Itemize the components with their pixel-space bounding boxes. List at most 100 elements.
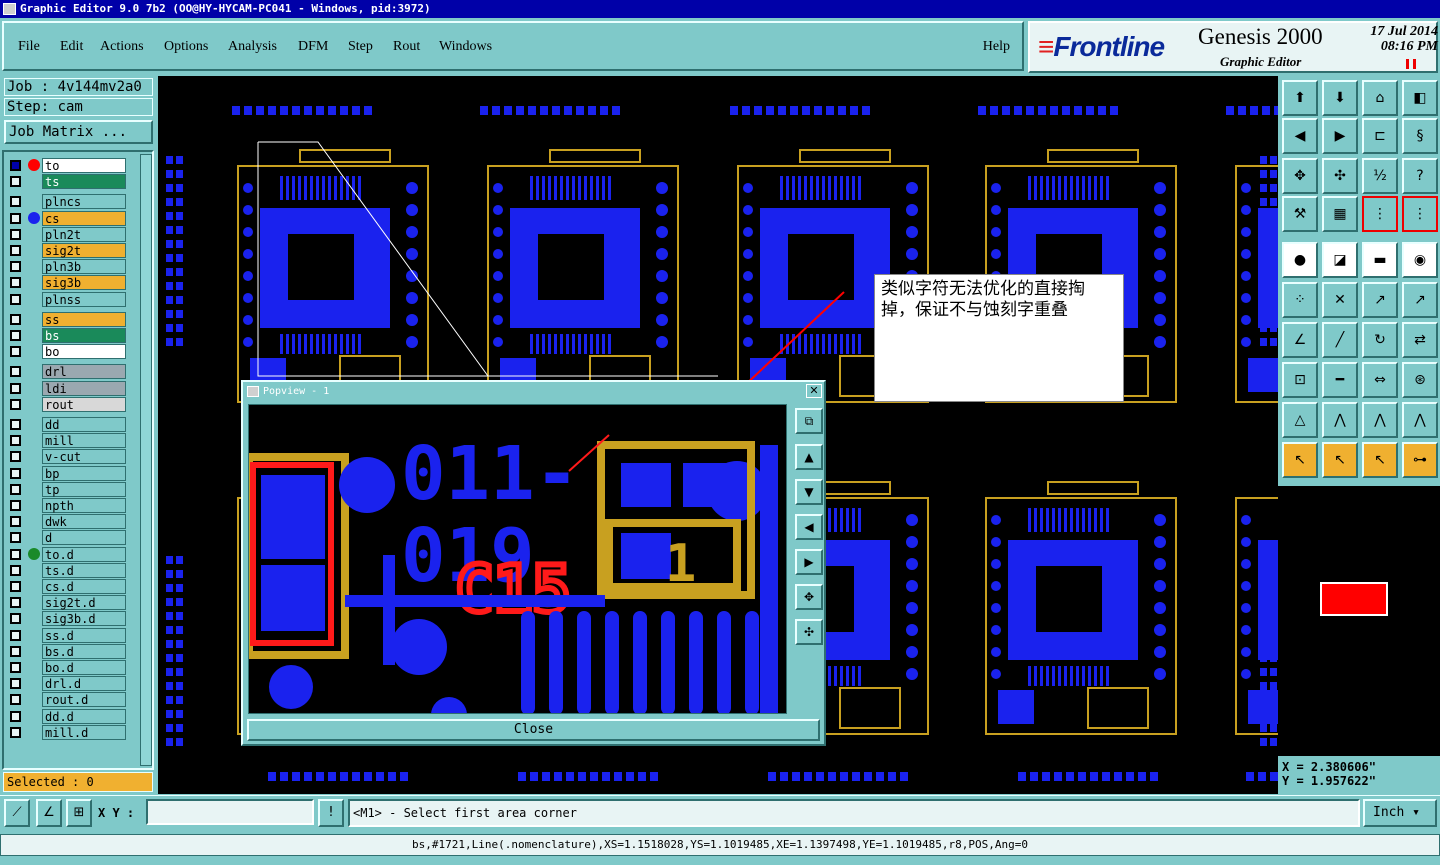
angle-icon[interactable]: ∠ — [1282, 322, 1318, 358]
layer-checkbox[interactable] — [10, 212, 21, 224]
layer-name[interactable]: plnss — [42, 291, 126, 307]
layer-row-bp[interactable]: bp — [8, 465, 128, 481]
layer-row-sig3b-d[interactable]: sig3b.d — [8, 611, 128, 627]
arch-outline-icon[interactable]: ⋀ — [1402, 402, 1438, 438]
layer-row-to[interactable]: to — [8, 158, 128, 173]
layer-name[interactable]: mill.d — [42, 724, 126, 740]
layer-checkbox[interactable] — [10, 245, 21, 256]
layer-checkbox[interactable] — [10, 196, 21, 208]
layer-row-sig2t[interactable]: sig2t — [8, 243, 128, 258]
layer-checkbox[interactable] — [10, 160, 21, 171]
layer-row-ts-d[interactable]: ts.d — [8, 562, 128, 578]
layer-checkbox[interactable] — [10, 516, 21, 528]
select-feature-icon[interactable]: ● — [1282, 242, 1318, 278]
layer-row-ss-d[interactable]: ss.d — [8, 627, 128, 643]
layer-row-plnss[interactable]: plnss — [8, 291, 128, 307]
zoom-out-icon[interactable]: ✣ — [1322, 158, 1358, 194]
layer-row-bs-d[interactable]: bs.d — [8, 643, 128, 659]
layer-name[interactable]: ldi — [42, 380, 126, 396]
popview-close-icon[interactable]: ✕ — [806, 384, 822, 398]
popview-zoom-view[interactable]: 011- 019 C15 1 — [248, 404, 787, 714]
alert-icon[interactable]: ! — [318, 799, 344, 827]
zoom-box-icon[interactable]: ⊏ — [1362, 118, 1398, 154]
move-feature-icon[interactable]: ↗ — [1362, 282, 1398, 318]
layer-checkbox[interactable] — [10, 694, 21, 706]
layer-name[interactable]: pln3b — [42, 259, 126, 275]
layer-row-tp[interactable]: tp — [8, 481, 128, 497]
popview-pan-left-icon[interactable]: ◀ — [795, 514, 823, 540]
popview-close-button[interactable]: Close — [247, 719, 820, 741]
zoom-home-icon[interactable]: ⬆ — [1282, 80, 1318, 116]
layer-checkbox[interactable] — [10, 451, 21, 463]
layer-checkbox[interactable] — [10, 500, 21, 511]
layer-checkbox[interactable] — [10, 645, 21, 657]
layer-list-scrollbar[interactable] — [140, 154, 152, 766]
zoom-down-icon[interactable]: ⬇ — [1322, 80, 1358, 116]
layer-name[interactable]: rout.d — [42, 692, 126, 708]
layer-checkbox[interactable] — [10, 330, 21, 341]
menu-analysis[interactable]: Analysis — [228, 39, 277, 55]
net-connect-icon[interactable]: ⁘ — [1282, 282, 1318, 318]
layer-name[interactable]: bo — [42, 344, 126, 360]
arch-fill-icon[interactable]: ⋀ — [1362, 402, 1398, 438]
layer-name[interactable]: npth — [42, 498, 126, 513]
layer-row-ldi[interactable]: ldi — [8, 380, 128, 396]
layer-compare-icon[interactable]: ⋮ — [1402, 196, 1438, 232]
layer-row-mill[interactable]: mill — [8, 433, 128, 449]
layer-checkbox[interactable] — [10, 346, 21, 358]
zoom-in-icon[interactable]: ✥ — [1282, 158, 1318, 194]
layer-row-ts[interactable]: ts — [8, 174, 128, 190]
layer-row-bo[interactable]: bo — [8, 344, 128, 360]
popview-menu-icon[interactable] — [247, 386, 259, 397]
layer-checkbox[interactable] — [10, 382, 21, 394]
layer-name[interactable]: to.d — [42, 546, 126, 562]
menu-dfm[interactable]: DFM — [298, 39, 328, 55]
layer-name[interactable]: cs.d — [42, 579, 126, 594]
measure-icon[interactable]: ⚒ — [1282, 196, 1318, 232]
layer-name[interactable]: bs — [42, 328, 126, 343]
layer-row-drl[interactable]: drl — [8, 364, 128, 380]
layer-name[interactable]: pln2t — [42, 226, 126, 242]
triangle-icon[interactable]: △ — [1282, 402, 1318, 438]
popview-zoom-out-icon[interactable]: ✣ — [795, 619, 823, 645]
job-matrix-button[interactable]: Job Matrix ... — [4, 120, 153, 144]
layer-checkbox[interactable] — [10, 398, 21, 410]
layer-name[interactable]: to — [42, 158, 126, 173]
layer-name[interactable]: bo.d — [42, 660, 126, 675]
layer-checkbox[interactable] — [10, 662, 21, 673]
layer-name[interactable]: ss.d — [42, 627, 126, 643]
layer-display-icon[interactable] — [28, 211, 40, 224]
layer-checkbox[interactable] — [10, 419, 21, 430]
layer-checkbox[interactable] — [10, 176, 21, 188]
layer-row-d[interactable]: d — [8, 530, 128, 546]
layer-name[interactable]: sig3b — [42, 275, 126, 291]
menu-step[interactable]: Step — [348, 39, 373, 55]
layer-row-sig3b[interactable]: sig3b — [8, 275, 128, 291]
layer-name[interactable]: bs.d — [42, 643, 126, 659]
draw-line-icon[interactable]: ◪ — [1322, 242, 1358, 278]
layer-name[interactable]: sig3b.d — [42, 611, 126, 627]
pointer-icon[interactable]: ↖ — [1282, 442, 1318, 478]
layer-checkbox[interactable] — [10, 564, 21, 576]
layer-row-pln2t[interactable]: pln2t — [8, 226, 128, 242]
layer-name[interactable]: v-cut — [42, 449, 126, 465]
layer-name[interactable]: sig2t.d — [42, 595, 126, 611]
arc-icon[interactable]: ↻ — [1362, 322, 1398, 358]
pause-icon[interactable] — [1406, 59, 1416, 69]
popview-zoom-fit-icon[interactable]: ⧉ — [795, 408, 823, 434]
menu-options[interactable]: Options — [164, 39, 208, 55]
layer-name[interactable]: dwk — [42, 514, 126, 530]
layer-display-icon[interactable] — [28, 547, 40, 560]
layer-name[interactable]: rout — [42, 396, 126, 412]
layer-name[interactable]: cs — [42, 210, 126, 226]
layer-name[interactable]: plncs — [42, 194, 126, 210]
layer-row-cs-d[interactable]: cs.d — [8, 579, 128, 594]
layer-row-ss[interactable]: ss — [8, 311, 128, 327]
pad-add-icon[interactable]: ⊡ — [1282, 362, 1318, 398]
copy-feature-icon[interactable]: ↗ — [1402, 282, 1438, 318]
zoom-house-icon[interactable]: ⌂ — [1362, 80, 1398, 116]
layer-checkbox[interactable] — [10, 467, 21, 479]
zoom-1-2-icon[interactable]: ½ — [1362, 158, 1398, 194]
popview-pan-up-icon[interactable]: ▲ — [795, 444, 823, 470]
layer-checkbox[interactable] — [10, 293, 21, 305]
